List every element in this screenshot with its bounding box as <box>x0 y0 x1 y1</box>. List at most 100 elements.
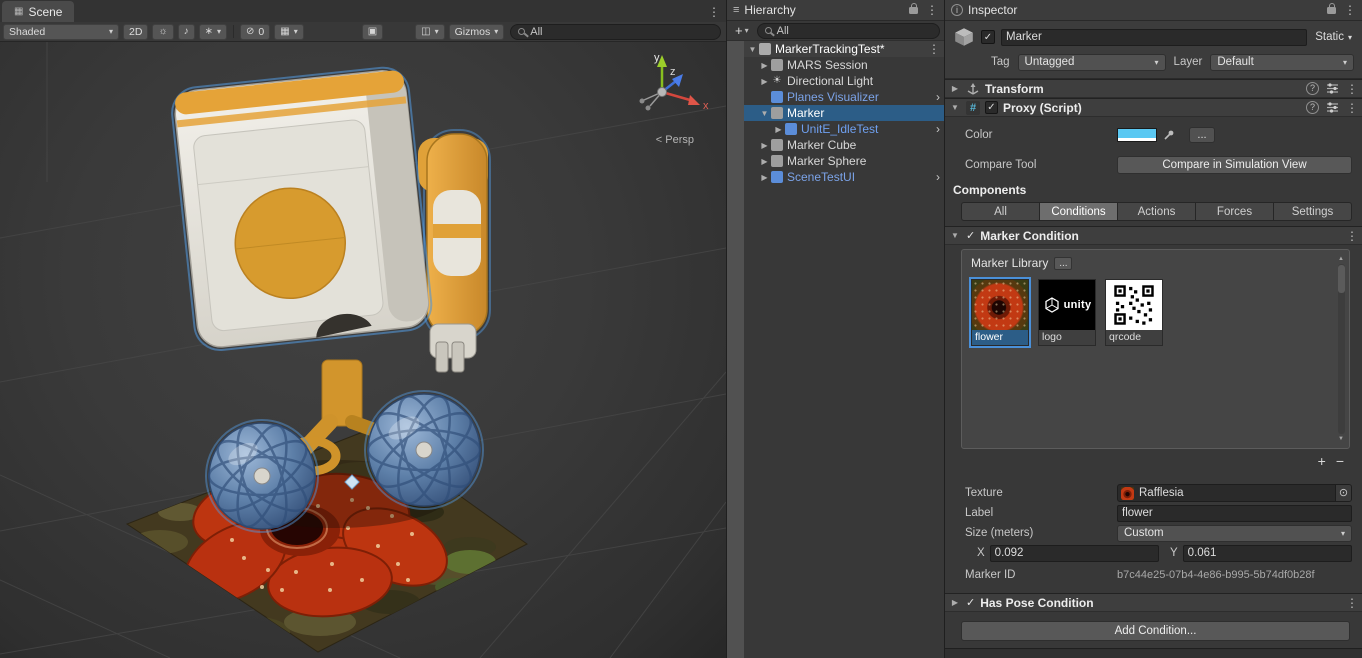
component-menu-icon[interactable]: ⋮ <box>1346 597 1358 609</box>
lighting-toggle-button[interactable]: ☼ <box>152 24 173 40</box>
library-item-flower[interactable]: flower <box>971 279 1029 346</box>
x-field[interactable] <box>990 545 1159 562</box>
remove-marker-button[interactable]: − <box>1336 454 1344 468</box>
presets-icon[interactable] <box>1326 83 1339 94</box>
foldout-icon[interactable]: ▶ <box>758 61 771 70</box>
condition-enabled-check[interactable]: ✓ <box>966 596 975 609</box>
prefab-open-chevron[interactable]: › <box>936 91 940 103</box>
perspective-mode-label[interactable]: < Persp <box>656 134 694 146</box>
foldout-icon[interactable]: ▶ <box>949 84 961 93</box>
hierarchy-item-marker-cube[interactable]: ▶ Marker Cube <box>744 137 944 153</box>
component-menu-icon[interactable]: ⋮ <box>1346 230 1358 242</box>
2d-toggle-button[interactable]: 2D <box>123 24 148 40</box>
tab-settings[interactable]: Settings <box>1274 202 1352 221</box>
tab-conditions[interactable]: Conditions <box>1040 202 1118 221</box>
help-icon[interactable]: ? <box>1306 82 1319 95</box>
eyedropper-icon[interactable] <box>1163 129 1175 141</box>
tab-scene[interactable]: ▦ Scene <box>2 1 74 22</box>
foldout-icon[interactable]: ▼ <box>949 231 961 240</box>
library-add-remove-row: + − <box>945 449 1362 469</box>
tab-actions[interactable]: Actions <box>1118 202 1196 221</box>
foldout-icon[interactable]: ▶ <box>758 77 771 86</box>
chevron-down-icon: ▾ <box>1341 529 1345 538</box>
gameobject-header: ✓ Static ▾ Tag Untagged ▾ Layer Default … <box>945 21 1362 79</box>
color-more-button[interactable]: ... <box>1189 127 1215 143</box>
inspector-title: Inspector <box>968 3 1017 17</box>
scroll-up-icon[interactable]: ▲ <box>1338 255 1344 263</box>
hierarchy-item-unite-idletest[interactable]: ▶ UnitE_IdleTest › <box>744 121 944 137</box>
foldout-icon[interactable]: ▼ <box>758 109 771 118</box>
library-scrollbar[interactable]: ▲ ▼ <box>1336 255 1346 443</box>
lock-icon[interactable] <box>909 7 918 14</box>
create-object-button[interactable]: + ▾ <box>731 23 753 39</box>
audio-toggle-button[interactable]: ♪ <box>178 24 195 40</box>
effects-dropdown-button[interactable]: ∗ ▾ <box>199 24 227 40</box>
inspector-menu-icon[interactable]: ⋮ <box>1344 4 1356 16</box>
label-field[interactable] <box>1117 505 1352 522</box>
unity-logo-thumbnail: unity <box>1039 280 1095 330</box>
scene-menu-icon[interactable]: ⋮ <box>708 6 720 18</box>
prefab-open-chevron[interactable]: › <box>936 171 940 183</box>
add-condition-button[interactable]: Add Condition... <box>961 621 1350 641</box>
marker-library-more-button[interactable]: ... <box>1054 257 1072 270</box>
scroll-down-icon[interactable]: ▼ <box>1338 435 1344 443</box>
foldout-icon[interactable]: ▶ <box>949 598 961 607</box>
shading-mode-dropdown[interactable]: Shaded ▾ <box>3 24 119 40</box>
y-field[interactable] <box>1183 545 1352 562</box>
color-swatch[interactable] <box>1117 128 1157 142</box>
hierarchy-menu-icon[interactable]: ⋮ <box>926 4 938 16</box>
help-icon[interactable]: ? <box>1306 101 1319 114</box>
scene-visibility-button[interactable]: ⊘ 0 <box>240 24 270 40</box>
tag-dropdown[interactable]: Untagged ▾ <box>1018 54 1166 71</box>
component-menu-icon[interactable]: ⋮ <box>1346 102 1358 114</box>
component-menu-icon[interactable]: ⋮ <box>1346 83 1358 95</box>
layer-dropdown[interactable]: Default ▾ <box>1210 54 1354 71</box>
presets-icon[interactable] <box>1326 102 1339 113</box>
prefab-open-chevron[interactable]: › <box>936 123 940 135</box>
hierarchy-item-marker[interactable]: ▼ Marker <box>744 105 944 121</box>
size-dropdown[interactable]: Custom ▾ <box>1117 525 1352 542</box>
scene-viewport[interactable]: y z x < Persp <box>0 42 726 658</box>
marker-condition-header[interactable]: ▼ ✓ Marker Condition ⋮ <box>945 226 1362 245</box>
has-pose-condition-header[interactable]: ▶ ✓ Has Pose Condition ⋮ <box>945 593 1362 612</box>
gizmos-dropdown[interactable]: Gizmos ▾ <box>449 24 505 40</box>
hierarchy-item-scenetestui[interactable]: ▶ SceneTestUI › <box>744 169 944 185</box>
scene-tools-button[interactable]: ▣ <box>362 24 383 40</box>
active-checkbox[interactable]: ✓ <box>981 30 995 44</box>
grid-visibility-dropdown[interactable]: ▦ ▾ <box>274 24 303 40</box>
library-item-logo[interactable]: unity logo <box>1038 279 1096 346</box>
foldout-icon[interactable]: ▶ <box>772 125 785 134</box>
tab-all[interactable]: All <box>961 202 1040 221</box>
texture-object-field[interactable]: Rafflesia ⊙ <box>1117 484 1352 502</box>
add-marker-button[interactable]: + <box>1318 454 1326 468</box>
scene-options-icon[interactable]: ⋮ <box>928 43 940 55</box>
camera-settings-dropdown[interactable]: ◫ ▾ <box>415 24 444 40</box>
scene-orientation-gizmo[interactable]: y z x <box>606 48 716 118</box>
foldout-icon[interactable]: ▼ <box>949 103 961 112</box>
object-picker-icon[interactable]: ⊙ <box>1335 485 1351 501</box>
foldout-icon[interactable]: ▶ <box>758 141 771 150</box>
static-dropdown[interactable]: Static ▾ <box>1313 31 1354 43</box>
condition-enabled-check[interactable]: ✓ <box>966 229 975 242</box>
scene-search-field[interactable]: All <box>510 24 721 40</box>
hierarchy-scene-row[interactable]: ▼ MarkerTrackingTest* ⋮ <box>744 41 944 57</box>
lock-icon[interactable] <box>1327 7 1336 14</box>
tab-forces[interactable]: Forces <box>1196 202 1274 221</box>
hierarchy-item-directional-light[interactable]: ▶ ☀ Directional Light <box>744 73 944 89</box>
component-enabled-checkbox[interactable]: ✓ <box>985 101 998 114</box>
search-icon <box>765 27 772 34</box>
transform-component-header[interactable]: ▶ Transform ? ⋮ <box>945 79 1362 98</box>
hierarchy-item-marker-sphere[interactable]: ▶ Marker Sphere <box>744 153 944 169</box>
compare-tool-label: Compare Tool <box>965 159 1117 171</box>
foldout-icon[interactable]: ▶ <box>758 173 771 182</box>
gameobject-name-field[interactable] <box>1001 29 1307 46</box>
hierarchy-item-planes-visualizer[interactable]: Planes Visualizer › <box>744 89 944 105</box>
foldout-icon[interactable]: ▼ <box>746 45 759 54</box>
hierarchy-item-mars-session[interactable]: ▶ MARS Session <box>744 57 944 73</box>
proxy-component-header[interactable]: ▼ # ✓ Proxy (Script) ? ⋮ <box>945 98 1362 117</box>
scrollbar-thumb[interactable] <box>1338 265 1345 293</box>
foldout-icon[interactable]: ▶ <box>758 157 771 166</box>
library-item-qrcode[interactable]: qrcode <box>1105 279 1163 346</box>
hierarchy-search-field[interactable]: All <box>757 23 940 39</box>
compare-in-simulation-button[interactable]: Compare in Simulation View <box>1117 156 1352 174</box>
